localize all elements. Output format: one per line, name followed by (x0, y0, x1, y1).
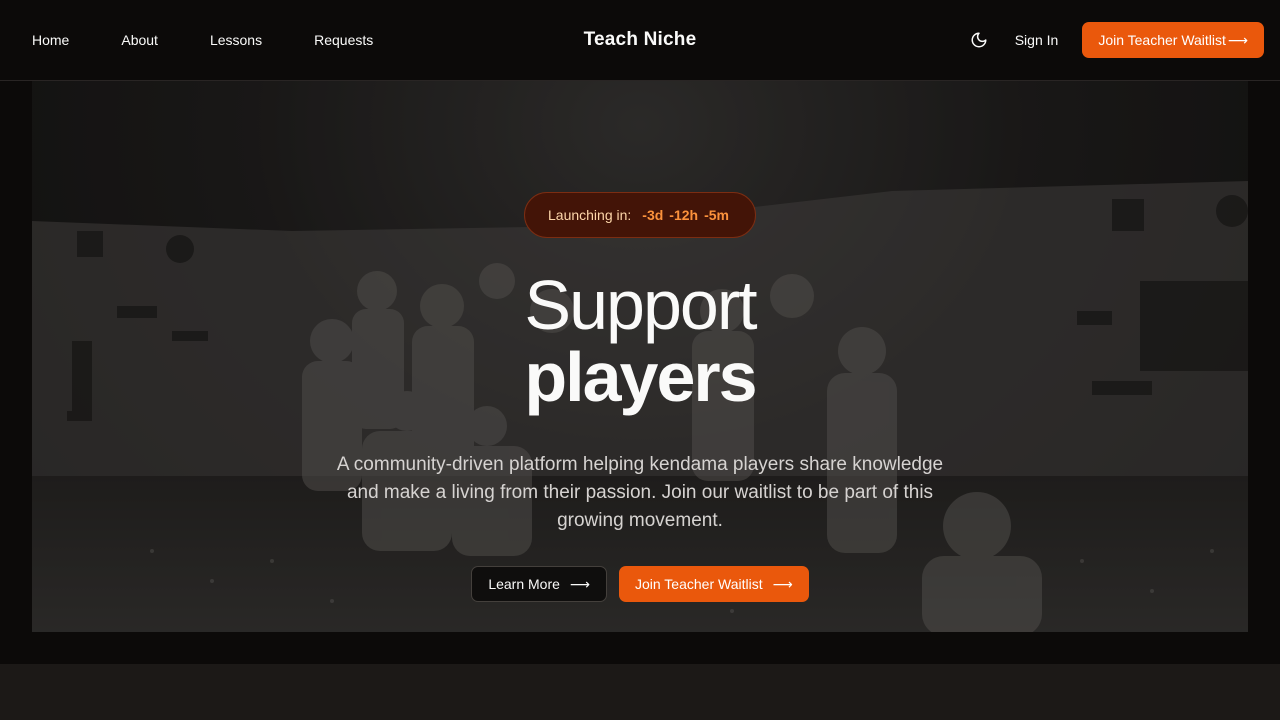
hero-banner: Launching in: -3d -12h -5m Support playe… (32, 81, 1248, 632)
learn-more-button[interactable]: Learn More ⟶ (471, 566, 607, 602)
countdown-minutes: -5m (704, 207, 729, 223)
moon-icon (971, 32, 987, 48)
arrow-right-icon: ⟶ (569, 575, 590, 592)
arrow-right-icon: ⟶ (772, 575, 793, 592)
brand-logo-text[interactable]: Teach Niche (584, 29, 697, 51)
countdown-days: -3d (642, 207, 664, 223)
headline-line-1: Support (524, 266, 757, 344)
hero-section: Launching in: -3d -12h -5m Support playe… (0, 81, 1280, 664)
join-waitlist-hero-label: Join Teacher Waitlist (634, 576, 763, 592)
arrow-right-icon: ⟶ (1227, 31, 1248, 48)
join-waitlist-nav-label: Join Teacher Waitlist (1098, 32, 1226, 48)
next-section (0, 664, 1280, 720)
countdown-hours: -12h (669, 207, 699, 223)
nav-link-about[interactable]: About (121, 32, 158, 48)
nav-actions: Sign In Join Teacher Waitlist ⟶ (961, 0, 1264, 80)
theme-toggle-button[interactable] (961, 22, 997, 58)
top-navbar: Home About Lessons Requests Teach Niche … (0, 0, 1280, 81)
headline-line-2: players (524, 338, 757, 416)
launch-countdown-badge: Launching in: -3d -12h -5m (524, 192, 756, 238)
nav-link-requests[interactable]: Requests (314, 32, 373, 48)
hero-subtitle: A community-driven platform helping kend… (336, 454, 944, 531)
join-waitlist-hero-button[interactable]: Join Teacher Waitlist ⟶ (618, 566, 809, 602)
hero-headline: Support players (32, 269, 1248, 413)
hero-buttons: Learn More ⟶ Join Teacher Waitlist ⟶ (32, 566, 1248, 602)
learn-more-label: Learn More (488, 576, 560, 592)
nav-links: Home About Lessons Requests (32, 0, 425, 80)
countdown-label: Launching in: (548, 207, 632, 223)
nav-link-lessons[interactable]: Lessons (210, 32, 262, 48)
join-waitlist-nav-button[interactable]: Join Teacher Waitlist ⟶ (1082, 22, 1264, 58)
nav-link-home[interactable]: Home (32, 32, 69, 48)
sign-in-link[interactable]: Sign In (1015, 32, 1059, 48)
